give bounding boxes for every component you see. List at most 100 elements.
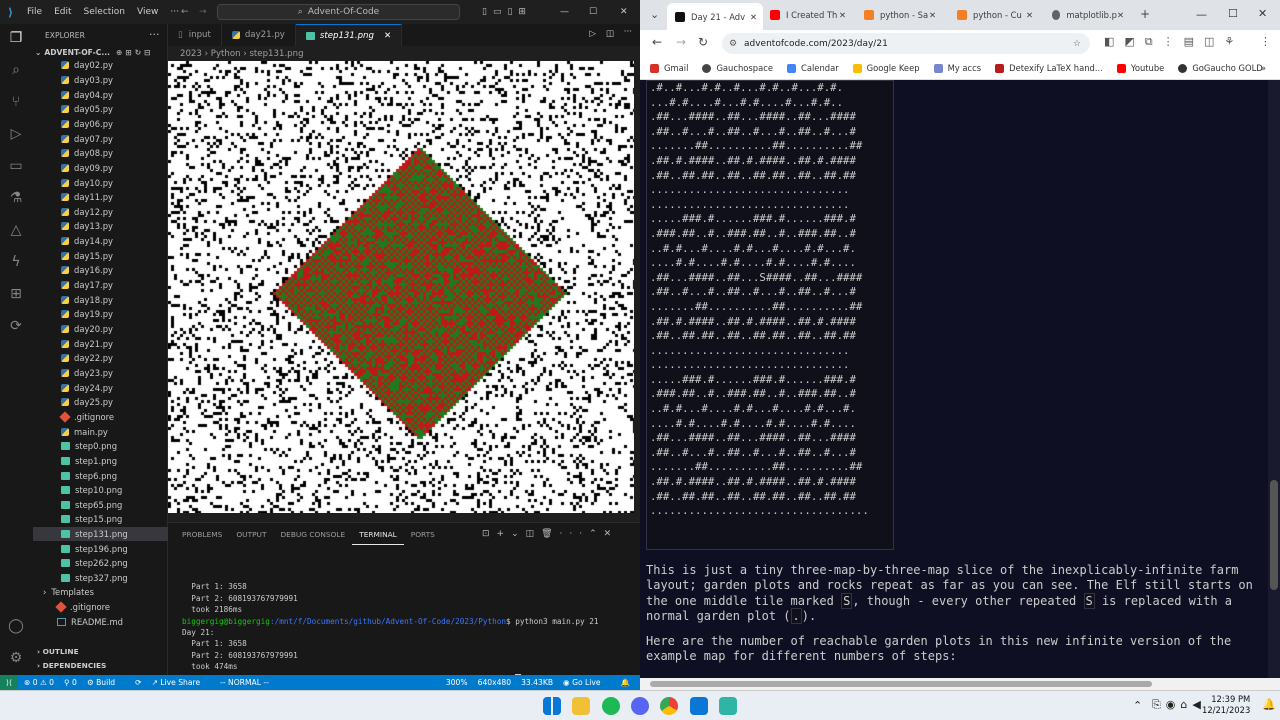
search-view-icon[interactable]: ⌕: [6, 60, 26, 80]
explorer-icon[interactable]: ❐: [6, 28, 26, 48]
minimize-icon[interactable]: —: [1196, 8, 1207, 21]
account-icon[interactable]: ◯: [6, 616, 26, 636]
file-item[interactable]: main.py: [33, 424, 168, 439]
file-item[interactable]: day11.py: [33, 190, 168, 205]
notifications-icon[interactable]: 🔔: [621, 678, 630, 687]
outline-section[interactable]: › OUTLINE: [37, 647, 79, 656]
bookmark-gauchospace[interactable]: Gauchospace: [702, 63, 773, 73]
file-item[interactable]: day18.py: [33, 292, 168, 307]
reload-icon[interactable]: ↻: [698, 35, 708, 49]
remote-explorer-icon[interactable]: ▭: [6, 156, 26, 176]
image-preview[interactable]: [168, 61, 634, 513]
source-control-icon[interactable]: ⑂: [6, 92, 26, 112]
bookmark-youtube[interactable]: Youtube: [1116, 63, 1164, 73]
file-item[interactable]: day13.py: [33, 219, 168, 234]
run-icon[interactable]: ▷: [589, 29, 596, 39]
discord-icon[interactable]: [631, 697, 649, 715]
taskbar-clock[interactable]: 12:39 PM 12/21/2023: [1202, 694, 1250, 716]
explorer-more-icon[interactable]: ···: [149, 28, 160, 41]
app-taskbar-icon[interactable]: [719, 697, 737, 715]
file-item[interactable]: day19.py: [33, 307, 168, 322]
bookmark-keep[interactable]: Google Keep: [852, 63, 920, 73]
file-item[interactable]: day25.py: [33, 395, 168, 410]
templates-folder[interactable]: › Templates: [43, 585, 178, 600]
close-icon[interactable]: ✕: [620, 7, 628, 17]
tray-chevron-icon[interactable]: ⌃: [1133, 699, 1142, 712]
file-item[interactable]: day20.py: [33, 322, 168, 337]
docker-icon[interactable]: △: [6, 220, 26, 240]
bookmark-calendar[interactable]: Calendar: [786, 63, 839, 73]
close-tab-icon[interactable]: ✕: [1117, 10, 1124, 20]
file-item[interactable]: day02.py: [33, 58, 168, 73]
browser-tab-aoc[interactable]: Day 21 - Adv ✕: [667, 3, 763, 30]
close-tab-icon[interactable]: ✕: [929, 10, 936, 20]
forward-icon[interactable]: →: [676, 35, 686, 49]
file-explorer-icon[interactable]: [572, 697, 590, 715]
file-item[interactable]: day03.py: [33, 73, 168, 88]
horizontal-scrollbar[interactable]: [640, 678, 1280, 690]
page-scrollbar[interactable]: [1268, 80, 1280, 678]
bookmark-detexify[interactable]: Detexify LaTeX hand...: [995, 63, 1103, 73]
lightning-icon[interactable]: ϟ: [6, 252, 26, 272]
command-center-search[interactable]: ⌕ Advent-Of-Code: [217, 4, 460, 20]
tab-output[interactable]: OUTPUT: [229, 523, 273, 545]
testing-icon[interactable]: ⚗: [6, 188, 26, 208]
tab-search-icon[interactable]: ⌄: [650, 8, 659, 21]
file-item[interactable]: step131.png: [33, 526, 168, 542]
menu-edit[interactable]: Edit: [54, 7, 71, 17]
bookmarks-overflow-icon[interactable]: »: [1261, 63, 1266, 73]
sync-icon[interactable]: ⟳: [135, 678, 141, 687]
menu-file[interactable]: File: [27, 7, 42, 17]
nav-forward-icon[interactable]: →: [199, 7, 207, 17]
extensions-icons[interactable]: ◧◩⧉⋮▤◫⚘: [1104, 35, 1244, 49]
close-tab-icon[interactable]: ✕: [750, 12, 757, 22]
browser-tab-so2[interactable]: python - Cu ✕: [949, 5, 1039, 25]
spotify-icon[interactable]: [602, 697, 620, 715]
file-item[interactable]: step15.png: [33, 512, 168, 527]
file-item[interactable]: step327.png: [33, 571, 168, 586]
tab-debug-console[interactable]: DEBUG CONSOLE: [273, 523, 352, 545]
menu-more[interactable]: ···: [170, 7, 179, 17]
close-tab-icon[interactable]: ✕: [384, 31, 391, 41]
problems-count[interactable]: ⊗ 0 ⚠ 0: [24, 678, 54, 687]
chrome-taskbar-icon[interactable]: [660, 697, 678, 715]
browser-tab-youtube[interactable]: I Created Th ✕: [762, 5, 852, 25]
breadcrumb[interactable]: 2023 › Python › step131.png: [168, 46, 640, 61]
close-window-icon[interactable]: ✕: [1258, 7, 1267, 20]
nav-back-icon[interactable]: ←: [181, 7, 189, 17]
file-item[interactable]: step1.png: [33, 454, 168, 469]
zoom-level[interactable]: 300%: [446, 678, 468, 687]
tab-step131[interactable]: step131.png ✕: [295, 24, 403, 46]
browser-tab-so1[interactable]: python - Sa ✕: [856, 5, 942, 25]
site-info-icon[interactable]: ⚙: [729, 39, 737, 49]
tray-icons[interactable]: ⎘◉⌂◀: [1152, 698, 1206, 712]
scroll-thumb[interactable]: [1270, 480, 1278, 590]
tab-ports[interactable]: PORTS: [404, 523, 442, 545]
back-icon[interactable]: ←: [652, 35, 662, 49]
maximize-icon[interactable]: ☐: [589, 7, 597, 17]
file-item[interactable]: day21.py: [33, 336, 168, 351]
remote-indicator-icon[interactable]: ⟩⟨: [0, 675, 18, 690]
file-item[interactable]: step6.png: [33, 468, 168, 483]
terminal-actions[interactable]: ⊡+⌄◫🗑···⌃✕: [482, 529, 618, 539]
minimize-icon[interactable]: —: [560, 7, 569, 17]
file-item[interactable]: day05.py: [33, 102, 168, 117]
bookmark-gmail[interactable]: Gmail: [650, 63, 688, 73]
close-tab-icon[interactable]: ✕: [1026, 10, 1033, 20]
file-item[interactable]: day04.py: [33, 87, 168, 102]
bookmark-gogaucho[interactable]: GoGaucho GOLD: [1178, 63, 1263, 73]
bookmark-star-icon[interactable]: ☆: [1073, 39, 1081, 49]
notification-bell-icon[interactable]: 🔔: [1262, 698, 1276, 711]
menu-selection[interactable]: Selection: [84, 7, 125, 17]
extensions-icon[interactable]: ⊞: [6, 284, 26, 304]
file-item[interactable]: .gitignore: [33, 410, 168, 425]
file-item[interactable]: step65.png: [33, 498, 168, 513]
run-debug-icon[interactable]: ▷: [6, 124, 26, 144]
address-bar[interactable]: ⚙ adventofcode.com/2023/day/21 ☆: [722, 33, 1090, 54]
more-actions-icon[interactable]: ···: [624, 27, 632, 37]
tab-day21[interactable]: day21.py: [222, 24, 296, 46]
menu-view[interactable]: View: [137, 7, 158, 17]
build-button[interactable]: ⚙ Build: [87, 678, 125, 687]
dependencies-section[interactable]: › DEPENDENCIES: [37, 661, 106, 670]
file-item[interactable]: day22.py: [33, 351, 168, 366]
